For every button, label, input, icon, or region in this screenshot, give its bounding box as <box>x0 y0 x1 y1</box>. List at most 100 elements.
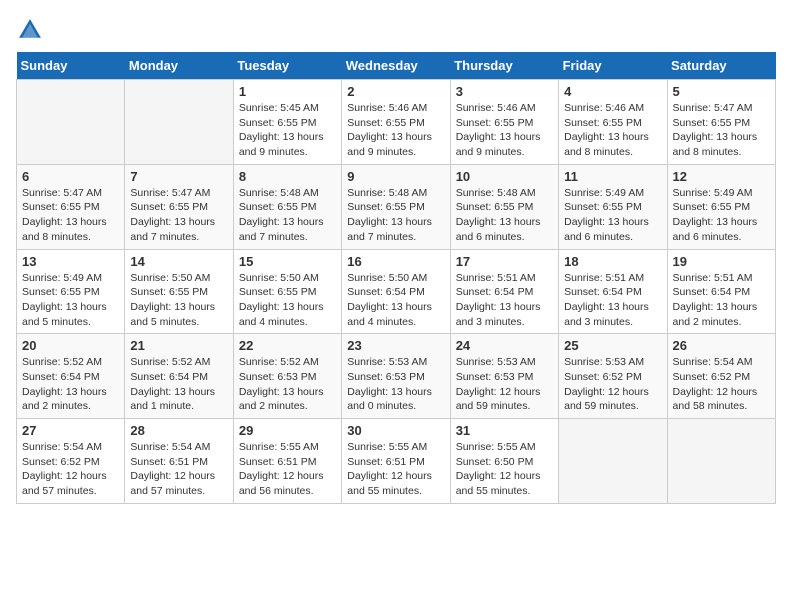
calendar-cell: 16 Sunrise: 5:50 AM Sunset: 6:54 PM Dayli… <box>342 249 450 334</box>
calendar-cell: 13 Sunrise: 5:49 AM Sunset: 6:55 PM Dayli… <box>17 249 125 334</box>
calendar-cell: 10 Sunrise: 5:48 AM Sunset: 6:55 PM Dayli… <box>450 164 558 249</box>
day-info: Sunrise: 5:48 AM Sunset: 6:55 PM Dayligh… <box>347 186 444 245</box>
calendar-cell: 14Sunrise: 5:50 AM Sunset: 6:55 PM Dayli… <box>125 249 233 334</box>
day-number: 29 <box>239 423 336 438</box>
calendar-cell: 15 Sunrise: 5:50 AM Sunset: 6:55 PM Dayli… <box>233 249 341 334</box>
day-info: Sunrise: 5:54 AM Sunset: 6:52 PM Dayligh… <box>22 440 119 499</box>
day-number: 12 <box>673 169 770 184</box>
day-number: 16 <box>347 254 444 269</box>
day-info: Sunrise: 5:53 AM Sunset: 6:52 PM Dayligh… <box>564 355 661 414</box>
day-info: Sunrise: 5:50 AM Sunset: 6:55 PM Dayligh… <box>239 271 336 330</box>
logo <box>16 16 48 44</box>
calendar-cell <box>125 80 233 165</box>
calendar-cell: 22 Sunrise: 5:52 AM Sunset: 6:53 PM Dayli… <box>233 334 341 419</box>
calendar-cell: 24Sunrise: 5:53 AM Sunset: 6:53 PM Dayli… <box>450 334 558 419</box>
calendar-cell: 26 Sunrise: 5:54 AM Sunset: 6:52 PM Dayli… <box>667 334 775 419</box>
calendar-cell: 28 Sunrise: 5:54 AM Sunset: 6:51 PM Dayli… <box>125 419 233 504</box>
calendar-cell <box>667 419 775 504</box>
day-header-monday: Monday <box>125 52 233 80</box>
day-info: Sunrise: 5:49 AM Sunset: 6:55 PM Dayligh… <box>22 271 119 330</box>
day-number: 3 <box>456 84 553 99</box>
calendar-week-row: 1 Sunrise: 5:45 AM Sunset: 6:55 PM Daylig… <box>17 80 776 165</box>
day-header-sunday: Sunday <box>17 52 125 80</box>
day-info: Sunrise: 5:50 AM Sunset: 6:54 PM Dayligh… <box>347 271 444 330</box>
day-info: Sunrise: 5:54 AM Sunset: 6:52 PM Dayligh… <box>673 355 770 414</box>
day-number: 23 <box>347 338 444 353</box>
day-header-tuesday: Tuesday <box>233 52 341 80</box>
calendar-cell: 29 Sunrise: 5:55 AM Sunset: 6:51 PM Dayli… <box>233 419 341 504</box>
day-number: 27 <box>22 423 119 438</box>
day-info: Sunrise: 5:48 AM Sunset: 6:55 PM Dayligh… <box>239 186 336 245</box>
day-info: Sunrise: 5:55 AM Sunset: 6:50 PM Dayligh… <box>456 440 553 499</box>
calendar-header-row: SundayMondayTuesdayWednesdayThursdayFrid… <box>17 52 776 80</box>
day-number: 17 <box>456 254 553 269</box>
day-info: Sunrise: 5:46 AM Sunset: 6:55 PM Dayligh… <box>456 101 553 160</box>
calendar-cell: 20Sunrise: 5:52 AM Sunset: 6:54 PM Dayli… <box>17 334 125 419</box>
calendar-cell: 4 Sunrise: 5:46 AM Sunset: 6:55 PM Daylig… <box>559 80 667 165</box>
day-info: Sunrise: 5:52 AM Sunset: 6:54 PM Dayligh… <box>22 355 119 414</box>
day-info: Sunrise: 5:51 AM Sunset: 6:54 PM Dayligh… <box>673 271 770 330</box>
calendar-cell: 31 Sunrise: 5:55 AM Sunset: 6:50 PM Dayli… <box>450 419 558 504</box>
calendar-cell: 19 Sunrise: 5:51 AM Sunset: 6:54 PM Dayli… <box>667 249 775 334</box>
day-info: Sunrise: 5:50 AM Sunset: 6:55 PM Dayligh… <box>130 271 227 330</box>
day-info: Sunrise: 5:55 AM Sunset: 6:51 PM Dayligh… <box>239 440 336 499</box>
day-info: Sunrise: 5:47 AM Sunset: 6:55 PM Dayligh… <box>22 186 119 245</box>
day-info: Sunrise: 5:49 AM Sunset: 6:55 PM Dayligh… <box>673 186 770 245</box>
calendar-table: SundayMondayTuesdayWednesdayThursdayFrid… <box>16 52 776 504</box>
day-info: Sunrise: 5:46 AM Sunset: 6:55 PM Dayligh… <box>564 101 661 160</box>
calendar-cell: 11 Sunrise: 5:49 AM Sunset: 6:55 PM Dayli… <box>559 164 667 249</box>
day-number: 31 <box>456 423 553 438</box>
day-header-wednesday: Wednesday <box>342 52 450 80</box>
day-number: 13 <box>22 254 119 269</box>
day-number: 19 <box>673 254 770 269</box>
day-header-thursday: Thursday <box>450 52 558 80</box>
day-info: Sunrise: 5:45 AM Sunset: 6:55 PM Dayligh… <box>239 101 336 160</box>
day-number: 25 <box>564 338 661 353</box>
day-info: Sunrise: 5:54 AM Sunset: 6:51 PM Dayligh… <box>130 440 227 499</box>
day-header-saturday: Saturday <box>667 52 775 80</box>
day-number: 28 <box>130 423 227 438</box>
page-header <box>16 16 776 44</box>
calendar-week-row: 6 Sunrise: 5:47 AM Sunset: 6:55 PM Daylig… <box>17 164 776 249</box>
day-number: 21 <box>130 338 227 353</box>
calendar-cell: 9 Sunrise: 5:48 AM Sunset: 6:55 PM Daylig… <box>342 164 450 249</box>
calendar-cell: 25 Sunrise: 5:53 AM Sunset: 6:52 PM Dayli… <box>559 334 667 419</box>
day-number: 6 <box>22 169 119 184</box>
day-info: Sunrise: 5:51 AM Sunset: 6:54 PM Dayligh… <box>564 271 661 330</box>
calendar-cell: 5Sunrise: 5:47 AM Sunset: 6:55 PM Daylig… <box>667 80 775 165</box>
day-number: 1 <box>239 84 336 99</box>
calendar-cell: 6 Sunrise: 5:47 AM Sunset: 6:55 PM Daylig… <box>17 164 125 249</box>
day-info: Sunrise: 5:47 AM Sunset: 6:55 PM Dayligh… <box>673 101 770 160</box>
day-info: Sunrise: 5:51 AM Sunset: 6:54 PM Dayligh… <box>456 271 553 330</box>
day-number: 10 <box>456 169 553 184</box>
calendar-cell: 12 Sunrise: 5:49 AM Sunset: 6:55 PM Dayli… <box>667 164 775 249</box>
calendar-week-row: 20Sunrise: 5:52 AM Sunset: 6:54 PM Dayli… <box>17 334 776 419</box>
day-number: 11 <box>564 169 661 184</box>
day-number: 2 <box>347 84 444 99</box>
calendar-cell: 7 Sunrise: 5:47 AM Sunset: 6:55 PM Daylig… <box>125 164 233 249</box>
day-number: 4 <box>564 84 661 99</box>
day-info: Sunrise: 5:49 AM Sunset: 6:55 PM Dayligh… <box>564 186 661 245</box>
calendar-cell: 1 Sunrise: 5:45 AM Sunset: 6:55 PM Daylig… <box>233 80 341 165</box>
day-info: Sunrise: 5:46 AM Sunset: 6:55 PM Dayligh… <box>347 101 444 160</box>
day-number: 15 <box>239 254 336 269</box>
day-number: 9 <box>347 169 444 184</box>
day-number: 8 <box>239 169 336 184</box>
calendar-cell: 30Sunrise: 5:55 AM Sunset: 6:51 PM Dayli… <box>342 419 450 504</box>
day-info: Sunrise: 5:47 AM Sunset: 6:55 PM Dayligh… <box>130 186 227 245</box>
day-number: 26 <box>673 338 770 353</box>
calendar-cell <box>17 80 125 165</box>
day-number: 22 <box>239 338 336 353</box>
calendar-cell <box>559 419 667 504</box>
calendar-cell: 21 Sunrise: 5:52 AM Sunset: 6:54 PM Dayli… <box>125 334 233 419</box>
day-number: 7 <box>130 169 227 184</box>
calendar-cell: 3 Sunrise: 5:46 AM Sunset: 6:55 PM Daylig… <box>450 80 558 165</box>
day-info: Sunrise: 5:52 AM Sunset: 6:53 PM Dayligh… <box>239 355 336 414</box>
day-header-friday: Friday <box>559 52 667 80</box>
day-info: Sunrise: 5:48 AM Sunset: 6:55 PM Dayligh… <box>456 186 553 245</box>
logo-icon <box>16 16 44 44</box>
day-number: 24 <box>456 338 553 353</box>
day-info: Sunrise: 5:52 AM Sunset: 6:54 PM Dayligh… <box>130 355 227 414</box>
calendar-week-row: 13 Sunrise: 5:49 AM Sunset: 6:55 PM Dayli… <box>17 249 776 334</box>
calendar-cell: 2 Sunrise: 5:46 AM Sunset: 6:55 PM Daylig… <box>342 80 450 165</box>
